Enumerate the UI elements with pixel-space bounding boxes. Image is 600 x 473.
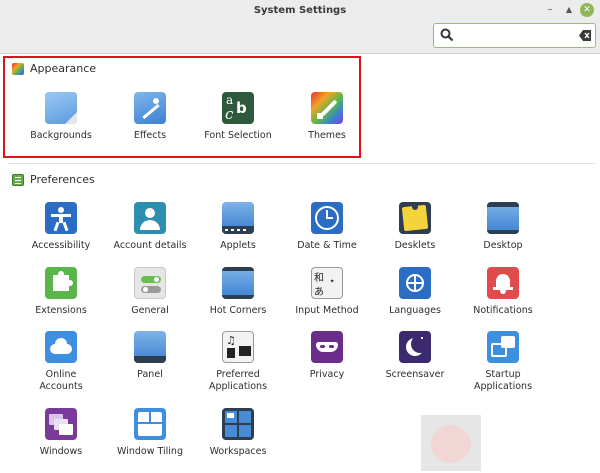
- item-label: Backgrounds: [30, 130, 92, 141]
- preferred-applications-item[interactable]: ♫ Preferred Applications: [193, 331, 283, 393]
- general-item[interactable]: General: [105, 267, 195, 317]
- startup-applications-item[interactable]: Startup Applications: [458, 331, 548, 393]
- item-label: Applets: [220, 240, 256, 251]
- window-tiling-icon: [134, 408, 166, 440]
- item-label: Notifications: [473, 305, 533, 316]
- effects-item[interactable]: Effects: [105, 92, 195, 142]
- settings-window: System Settings – ▲ ✕ Appearance Backgro: [0, 0, 600, 473]
- item-label: Input Method: [295, 305, 359, 316]
- online-accounts-item[interactable]: Online Accounts: [16, 331, 106, 393]
- online-accounts-icon: [45, 331, 77, 363]
- hot-corners-icon: [222, 267, 254, 299]
- privacy-icon: [311, 331, 343, 363]
- privacy-item[interactable]: Privacy: [282, 331, 372, 381]
- desktop-icon: [487, 202, 519, 234]
- themes-item[interactable]: Themes: [282, 92, 372, 142]
- general-icon: [134, 267, 166, 299]
- item-label: Languages: [389, 305, 441, 316]
- preferences-section-title: Preferences: [30, 173, 95, 186]
- date-time-item[interactable]: Date & Time: [282, 202, 372, 252]
- windows-icon: [45, 408, 77, 440]
- item-label: Font Selection: [204, 130, 272, 141]
- notifications-icon: [487, 267, 519, 299]
- item-label: General: [131, 305, 169, 316]
- item-label: Startup Applications: [473, 369, 533, 392]
- item-label: Effects: [133, 130, 167, 141]
- title-bar: System Settings – ▲ ✕: [0, 0, 600, 54]
- item-label: Preferred Applications: [208, 369, 268, 392]
- workspaces-item[interactable]: Workspaces: [193, 408, 283, 458]
- desklets-icon: [399, 202, 431, 234]
- languages-item[interactable]: Languages: [370, 267, 460, 317]
- item-label: Windows: [39, 446, 83, 457]
- item-label: Desklets: [394, 240, 436, 251]
- extensions-item[interactable]: Extensions: [16, 267, 106, 317]
- preferences-section-icon: [12, 173, 24, 186]
- effects-icon: [134, 92, 166, 124]
- desklets-item[interactable]: Desklets: [370, 202, 460, 252]
- item-label: Screensaver: [385, 369, 445, 380]
- item-label: Extensions: [35, 305, 87, 316]
- backgrounds-icon: [45, 92, 77, 124]
- backgrounds-item[interactable]: Backgrounds: [16, 92, 106, 142]
- watermark-logo: [421, 415, 481, 471]
- item-label: Account details: [113, 240, 187, 251]
- item-label: Workspaces: [209, 446, 267, 457]
- applets-icon: [222, 202, 254, 234]
- item-label: Themes: [308, 130, 346, 141]
- watermark-face-icon: [431, 425, 471, 463]
- hot-corners-item[interactable]: Hot Corners: [193, 267, 283, 317]
- item-label: Panel: [137, 369, 163, 380]
- applets-item[interactable]: Applets: [193, 202, 283, 252]
- item-label: Date & Time: [297, 240, 357, 251]
- close-button[interactable]: ✕: [580, 3, 594, 17]
- accessibility-item[interactable]: Accessibility: [16, 202, 106, 252]
- languages-icon: [399, 267, 431, 299]
- item-label: Online Accounts: [39, 369, 83, 392]
- account-details-icon: [134, 202, 166, 234]
- accessibility-icon: [45, 202, 77, 234]
- notifications-item[interactable]: Notifications: [458, 267, 548, 317]
- extensions-icon: [45, 267, 77, 299]
- themes-icon: [311, 92, 343, 124]
- section-divider: [8, 163, 596, 164]
- font-selection-icon: a b c: [222, 92, 254, 124]
- workspaces-icon: [222, 408, 254, 440]
- startup-applications-icon: [487, 331, 519, 363]
- panel-item[interactable]: Panel: [105, 331, 195, 381]
- item-label: Privacy: [309, 369, 345, 380]
- account-details-item[interactable]: Account details: [105, 202, 195, 252]
- screensaver-icon: [399, 331, 431, 363]
- windows-item[interactable]: Windows: [16, 408, 106, 458]
- maximize-button[interactable]: ▲: [562, 3, 576, 17]
- panel-icon: [134, 331, 166, 363]
- preferences-section-header: Preferences: [12, 173, 95, 186]
- input-method-item[interactable]: 和 あ ⋆ Input Method: [282, 267, 372, 317]
- search-box[interactable]: [433, 23, 596, 48]
- input-method-icon: 和 あ ⋆: [311, 267, 343, 299]
- preferred-applications-icon: ♫: [222, 331, 254, 363]
- item-label: Desktop: [483, 240, 523, 251]
- screensaver-item[interactable]: Screensaver: [370, 331, 460, 381]
- window-title: System Settings: [253, 5, 347, 16]
- item-label: Window Tiling: [117, 446, 183, 457]
- item-label: Accessibility: [31, 240, 91, 251]
- search-input[interactable]: [456, 27, 574, 44]
- desktop-item[interactable]: Desktop: [458, 202, 548, 252]
- window-tiling-item[interactable]: Window Tiling: [105, 408, 195, 458]
- font-selection-item[interactable]: a b c Font Selection: [193, 92, 283, 142]
- item-label: Hot Corners: [209, 305, 267, 316]
- search-icon: [440, 28, 454, 42]
- clear-search-icon[interactable]: [579, 30, 591, 41]
- minimize-button[interactable]: –: [543, 3, 557, 17]
- date-time-icon: [311, 202, 343, 234]
